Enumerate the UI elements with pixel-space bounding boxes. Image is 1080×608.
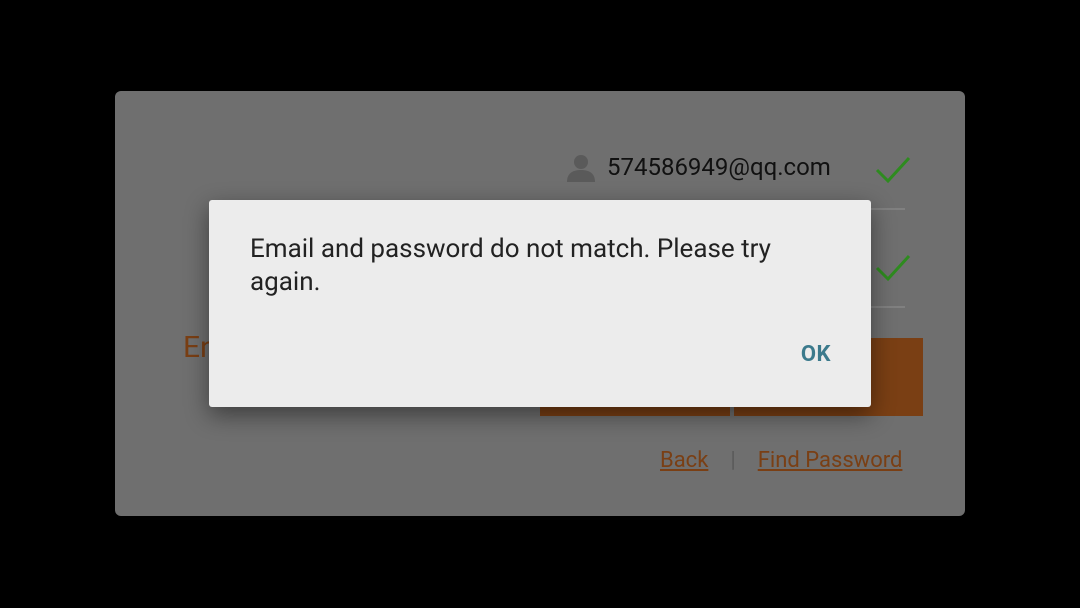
footer-links: Back | Find Password	[660, 448, 902, 473]
user-icon	[567, 155, 595, 182]
email-field-value[interactable]: 574586949@qq.com	[607, 153, 831, 181]
dialog-message: Email and password do not match. Please …	[250, 234, 771, 297]
checkmark-icon	[875, 254, 911, 282]
link-separator: |	[730, 448, 736, 473]
back-link[interactable]: Back	[660, 448, 708, 473]
find-password-link[interactable]: Find Password	[758, 448, 903, 473]
checkmark-icon	[875, 156, 911, 184]
ok-button[interactable]: OK	[793, 338, 839, 371]
email-field-row[interactable]: 574586949@qq.com	[565, 139, 911, 210]
error-dialog: Email and password do not match. Please …	[209, 200, 871, 407]
